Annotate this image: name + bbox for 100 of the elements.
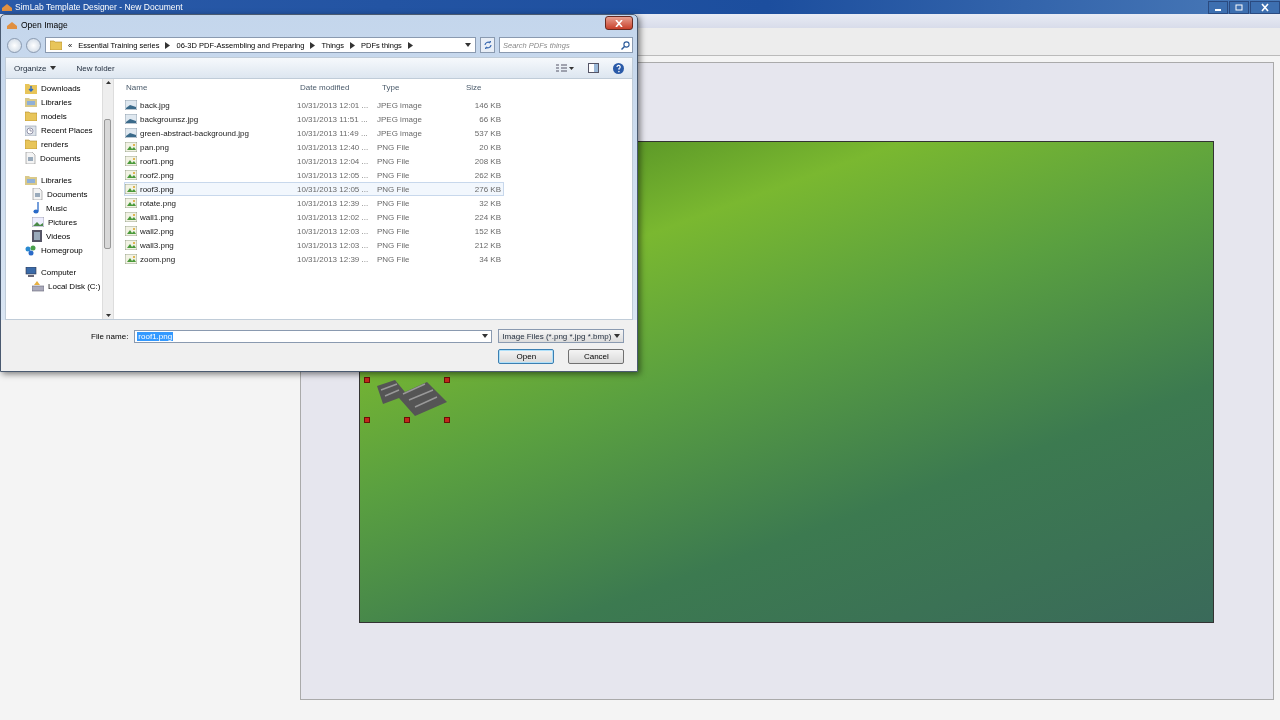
size-cell-text: 537 KB xyxy=(473,128,501,138)
selection-handle[interactable] xyxy=(444,377,450,383)
nav-item[interactable]: models xyxy=(41,111,67,121)
picture-file-icon xyxy=(125,240,137,250)
file-row[interactable]: wall1.png 10/31/2013 12:02 ... PNG File 224 KB xyxy=(124,210,504,224)
date-cell-text: 10/31/2013 12:40 ... xyxy=(297,142,370,152)
type-cell-text: PNG File xyxy=(377,212,411,222)
file-row[interactable]: wall2.png 10/31/2013 12:03 ... PNG File 152 KB xyxy=(124,224,504,238)
file-row[interactable]: pan.png 10/31/2013 12:40 ... PNG File 20 KB xyxy=(124,140,504,154)
date-cell-text: 10/31/2013 12:04 ... xyxy=(297,156,370,166)
file-name: wall3.png xyxy=(140,240,174,250)
minimize-icon[interactable] xyxy=(1208,0,1228,14)
folder-icon xyxy=(50,40,62,50)
picture-file-icon xyxy=(125,254,137,264)
size-cell-text: 66 KB xyxy=(478,114,501,124)
document-icon xyxy=(32,188,43,200)
close-icon[interactable] xyxy=(1250,0,1280,14)
preview-pane-icon[interactable] xyxy=(588,63,599,73)
column-header[interactable]: Date modified xyxy=(298,82,380,92)
chevron-right-icon[interactable] xyxy=(349,41,355,49)
size-cell-text: 212 KB xyxy=(473,240,501,250)
file-row[interactable]: back.jpg 10/31/2013 12:01 ... JPEG image 146 KB xyxy=(124,98,504,112)
dialog-button[interactable]: Open xyxy=(498,348,555,364)
picture-file-icon xyxy=(125,156,137,166)
nav-item[interactable]: Downloads xyxy=(41,83,81,93)
command-button[interactable]: New folder xyxy=(76,63,115,73)
type-cell-text: JPEG image xyxy=(377,114,423,124)
nav-item[interactable]: Documents xyxy=(47,189,88,199)
maximize-icon[interactable] xyxy=(1229,0,1249,14)
picture-icon xyxy=(32,217,44,227)
date-cell-text: 10/31/2013 12:02 ... xyxy=(297,212,370,222)
nav-item[interactable]: Local Disk (C:) xyxy=(48,281,101,291)
film-icon xyxy=(32,230,42,242)
nav-item[interactable]: renders xyxy=(41,139,69,149)
date-cell-text: 10/31/2013 12:03 ... xyxy=(297,240,370,250)
nav-item[interactable]: Recent Places xyxy=(41,125,93,135)
nav-item[interactable]: Documents xyxy=(40,153,81,163)
size-cell-text: 34 KB xyxy=(478,254,501,264)
roof-tiles-image[interactable] xyxy=(375,380,449,416)
file-row[interactable]: wall3.png 10/31/2013 12:03 ... PNG File 212 KB xyxy=(124,238,504,252)
picture-file-icon xyxy=(125,198,137,208)
file-name: backgrounsz.jpg xyxy=(140,114,199,124)
selection-handle[interactable] xyxy=(364,417,370,423)
type-cell-text: JPEG image xyxy=(377,128,423,138)
document-icon xyxy=(25,152,36,164)
dialog-button[interactable]: Cancel xyxy=(568,348,625,364)
scrollbar[interactable] xyxy=(102,79,114,319)
network-icon xyxy=(25,244,37,256)
file-row[interactable]: backgrounsz.jpg 10/31/2013 11:51 ... JPEG image 66 KB xyxy=(124,112,504,126)
file-name: rotate.png xyxy=(140,198,177,208)
nav-item[interactable]: Libraries xyxy=(41,97,72,107)
column-header[interactable]: Type xyxy=(380,82,460,92)
dropdown-arrow-icon[interactable] xyxy=(614,334,621,338)
nav-item[interactable]: Libraries xyxy=(41,175,72,185)
type-cell-text: PNG File xyxy=(377,226,411,236)
help-icon[interactable] xyxy=(613,62,624,74)
file-row[interactable]: roof2.png 10/31/2013 12:05 ... PNG File 262 KB xyxy=(124,168,504,182)
nav-item[interactable]: Computer xyxy=(41,267,77,277)
type-cell-text: PNG File xyxy=(377,198,411,208)
app-title: SimLab Template Designer - New Document xyxy=(15,2,183,12)
command-button[interactable]: Organize xyxy=(14,63,57,73)
selection-handle[interactable] xyxy=(444,417,450,423)
search-icon xyxy=(621,41,630,50)
file-row[interactable]: rotate.png 10/31/2013 12:39 ... PNG File 32 KB xyxy=(124,196,504,210)
caret-icon[interactable] xyxy=(50,66,57,70)
view-list-icon[interactable] xyxy=(556,63,574,73)
date-cell-text: 10/31/2013 12:05 ... xyxy=(297,184,370,194)
date-cell-text: 10/31/2013 12:01 ... xyxy=(297,100,370,110)
size-cell-text: 276 KB xyxy=(473,184,501,194)
size-cell-text: 146 KB xyxy=(473,100,501,110)
file-row[interactable]: roof1.png 10/31/2013 12:04 ... PNG File 208 KB xyxy=(124,154,504,168)
type-cell-text: PNG File xyxy=(377,254,411,264)
file-row[interactable]: green-abstract-background.jpg 10/31/2013 11:49 ... JPEG image 537 KB xyxy=(124,126,504,140)
scroll-up-icon[interactable] xyxy=(105,81,111,84)
scroll-down-icon[interactable] xyxy=(105,314,111,317)
chevron-right-icon[interactable] xyxy=(310,41,316,49)
file-name: roof2.png xyxy=(140,170,174,180)
chevron-right-icon[interactable] xyxy=(165,41,171,49)
image-file-icon xyxy=(125,100,137,110)
file-row[interactable]: roof3.png 10/31/2013 12:05 ... PNG File 276 KB xyxy=(124,182,504,196)
nav-item[interactable]: Homegroup xyxy=(41,245,83,255)
folder-icon xyxy=(25,111,37,121)
chevron-right-icon[interactable] xyxy=(407,41,413,49)
library-folder-icon xyxy=(25,97,37,107)
dropdown-arrow-icon[interactable] xyxy=(465,43,471,47)
column-header[interactable]: Size xyxy=(460,82,506,92)
file-type-dropdown[interactable]: Image Files (*.png *.jpg *.bmp) xyxy=(498,329,625,343)
column-header[interactable]: Name xyxy=(124,82,298,92)
nav-item[interactable]: Pictures xyxy=(48,217,77,227)
nav-item[interactable]: Videos xyxy=(46,231,71,241)
selection-handle[interactable] xyxy=(364,377,370,383)
file-row[interactable]: zoom.png 10/31/2013 12:39 ... PNG File 34 KB xyxy=(124,252,504,266)
dropdown-arrow-icon[interactable] xyxy=(482,334,489,338)
picture-file-icon xyxy=(125,142,137,152)
selection-handle[interactable] xyxy=(404,417,410,423)
file-name: zoom.png xyxy=(140,254,176,264)
nav-item[interactable]: Music xyxy=(46,203,67,213)
file-name: green-abstract-background.jpg xyxy=(140,128,249,138)
disk-drive-icon xyxy=(32,280,44,292)
close-button[interactable] xyxy=(605,16,633,30)
